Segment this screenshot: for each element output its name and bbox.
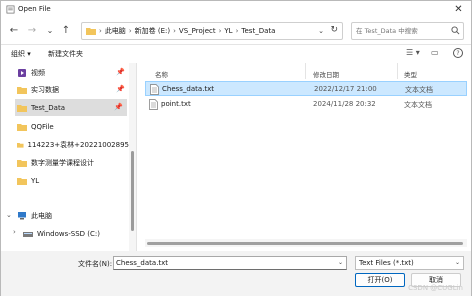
new-folder-button[interactable]: 新建文件夹 — [48, 49, 83, 59]
folder-icon — [17, 86, 27, 94]
file-type: 文本文档 — [405, 86, 433, 94]
column-header-type[interactable]: 类型 — [404, 69, 417, 79]
file-row[interactable]: point.txt 2024/11/28 20:32 文本文档 — [145, 97, 467, 112]
window-title: Open File — [18, 5, 51, 13]
file-list: 名称 修改日期 类型 Chess_data.txt 2022/12/17 21:… — [141, 63, 471, 251]
breadcrumb-separator: › — [99, 27, 102, 35]
app-icon — [6, 5, 15, 14]
breadcrumb-this-pc[interactable]: 此电脑 — [105, 26, 126, 36]
pin-icon: 📌 — [116, 68, 125, 76]
search-box[interactable] — [351, 22, 464, 40]
view-options-icon[interactable]: ☰ ▾ — [406, 48, 420, 57]
nav-item-label: 114223+袁林+20221002895 — [27, 140, 129, 149]
expand-chevron-icon[interactable]: ⌄ — [6, 211, 12, 219]
nav-item-label: 此电脑 — [31, 211, 52, 220]
up-arrow-icon[interactable]: ↑ — [59, 23, 73, 39]
horizontal-scrollbar[interactable] — [145, 239, 467, 247]
nav-item-student-folder[interactable]: 114223+袁林+20221002895 — [17, 136, 129, 153]
nav-item-shixi[interactable]: 实习数据 📌 — [17, 81, 129, 98]
nav-item-label: 视频 — [31, 68, 45, 77]
column-divider[interactable] — [397, 63, 398, 79]
recent-locations-icon[interactable]: ⌄ — [43, 23, 57, 39]
forward-arrow-icon[interactable]: → — [25, 23, 39, 39]
file-type-filter[interactable]: Text Files (*.txt) ⌄ — [355, 256, 464, 270]
folder-icon — [17, 142, 24, 148]
scrollbar-thumb[interactable] — [131, 151, 134, 231]
preview-pane-icon[interactable]: ▭ — [431, 48, 441, 58]
dialog-footer: 文件名(N): ⌄ Text Files (*.txt) ⌄ 打开(O) 取消 … — [1, 251, 471, 296]
nav-scrollbar[interactable] — [129, 63, 136, 251]
organize-menu-button[interactable]: 组织 ▾ — [11, 49, 31, 59]
nav-item-label: Test_Data — [31, 103, 65, 112]
navigation-pane: 视频 📌 实习数据 📌 Test_Data 📌 QQFile 114223+袁林… — [1, 63, 137, 251]
open-file-dialog: Open File ✕ ← → ⌄ ↑ › 此电脑 › 新加卷 (E:) › V… — [0, 0, 472, 296]
chevron-down-icon[interactable]: ⌄ — [455, 259, 460, 266]
nav-item-label: QQFile — [31, 122, 54, 131]
nav-item-yl[interactable]: YL — [17, 172, 129, 189]
chevron-down-icon[interactable]: ⌄ — [318, 27, 324, 35]
folder-icon — [86, 28, 96, 35]
command-bar: 组织 ▾ 新建文件夹 ☰ ▾ ▭ ? — [1, 45, 471, 63]
help-icon[interactable]: ? — [453, 48, 463, 58]
column-header-date[interactable]: 修改日期 — [313, 69, 339, 79]
nav-item-label: YL — [31, 176, 40, 185]
search-icon — [451, 26, 460, 35]
file-type: 文本文档 — [404, 101, 432, 109]
refresh-icon[interactable]: ↻ — [330, 25, 338, 35]
nav-item-test-data[interactable]: Test_Data 📌 — [15, 99, 127, 116]
back-arrow-icon[interactable]: ← — [7, 23, 21, 39]
title-bar: Open File ✕ — [1, 1, 471, 18]
address-bar[interactable]: › 此电脑 › 新加卷 (E:) › VS_Project › YL › Tes… — [81, 22, 343, 40]
nav-item-qqfile[interactable]: QQFile — [17, 118, 129, 135]
breadcrumb-separator: › — [173, 27, 176, 35]
folder-icon — [17, 159, 27, 167]
search-input[interactable] — [352, 23, 448, 39]
open-button[interactable]: 打开(O) — [355, 273, 405, 287]
breadcrumb-yl[interactable]: YL — [224, 27, 232, 35]
nav-item-course-design[interactable]: 数字测量学课程设计 — [17, 154, 129, 171]
nav-item-label: 实习数据 — [31, 85, 59, 94]
column-divider[interactable] — [305, 63, 306, 79]
text-file-icon — [149, 99, 158, 110]
file-row[interactable]: Chess_data.txt 2022/12/17 21:00 文本文档 — [145, 81, 467, 96]
text-file-icon — [150, 84, 159, 95]
file-name: Chess_data.txt — [162, 85, 215, 93]
breadcrumb-test-data[interactable]: Test_Data — [241, 27, 275, 35]
breadcrumb-separator: › — [218, 27, 222, 35]
computer-icon — [18, 211, 26, 219]
video-folder-icon — [18, 68, 26, 77]
nav-item-label: 数字测量学课程设计 — [31, 158, 94, 167]
folder-icon — [17, 123, 27, 131]
pin-icon: 📌 — [116, 85, 125, 93]
close-icon[interactable]: ✕ — [452, 3, 465, 16]
folder-icon — [17, 177, 27, 185]
watermark-text: CSDN @CUGLin — [408, 284, 463, 292]
nav-item-videos[interactable]: 视频 📌 — [17, 64, 129, 81]
pin-icon: 📌 — [114, 103, 123, 111]
file-date: 2024/11/28 20:32 — [313, 100, 376, 108]
address-row: ← → ⌄ ↑ › 此电脑 › 新加卷 (E:) › VS_Project › … — [1, 18, 471, 45]
column-header-name[interactable]: 名称 — [155, 69, 168, 79]
breadcrumb-drive-e[interactable]: 新加卷 (E:) — [135, 26, 170, 36]
filter-value: Text Files (*.txt) — [359, 259, 414, 267]
expand-chevron-icon[interactable]: › — [13, 228, 16, 236]
content-area: 视频 📌 实习数据 📌 Test_Data 📌 QQFile 114223+袁林… — [1, 63, 471, 251]
filename-input[interactable] — [114, 257, 334, 269]
breadcrumb-separator: › — [235, 27, 239, 35]
file-date: 2022/12/17 21:00 — [314, 85, 377, 93]
filename-label: 文件名(N): — [78, 260, 113, 268]
nav-item-this-pc[interactable]: 此电脑 — [17, 207, 129, 224]
folder-icon — [17, 104, 27, 112]
drive-icon — [23, 231, 33, 237]
nav-item-label: Windows-SSD (C:) — [37, 229, 100, 238]
scrollbar-thumb[interactable] — [147, 242, 463, 245]
filename-field[interactable]: ⌄ — [113, 256, 347, 270]
nav-item-drive-c[interactable]: Windows-SSD (C:) — [23, 225, 135, 242]
chevron-down-icon[interactable]: ⌄ — [338, 259, 343, 266]
breadcrumb-vs-project[interactable]: VS_Project — [179, 27, 216, 35]
file-name: point.txt — [161, 100, 191, 108]
breadcrumb-separator: › — [128, 27, 132, 35]
